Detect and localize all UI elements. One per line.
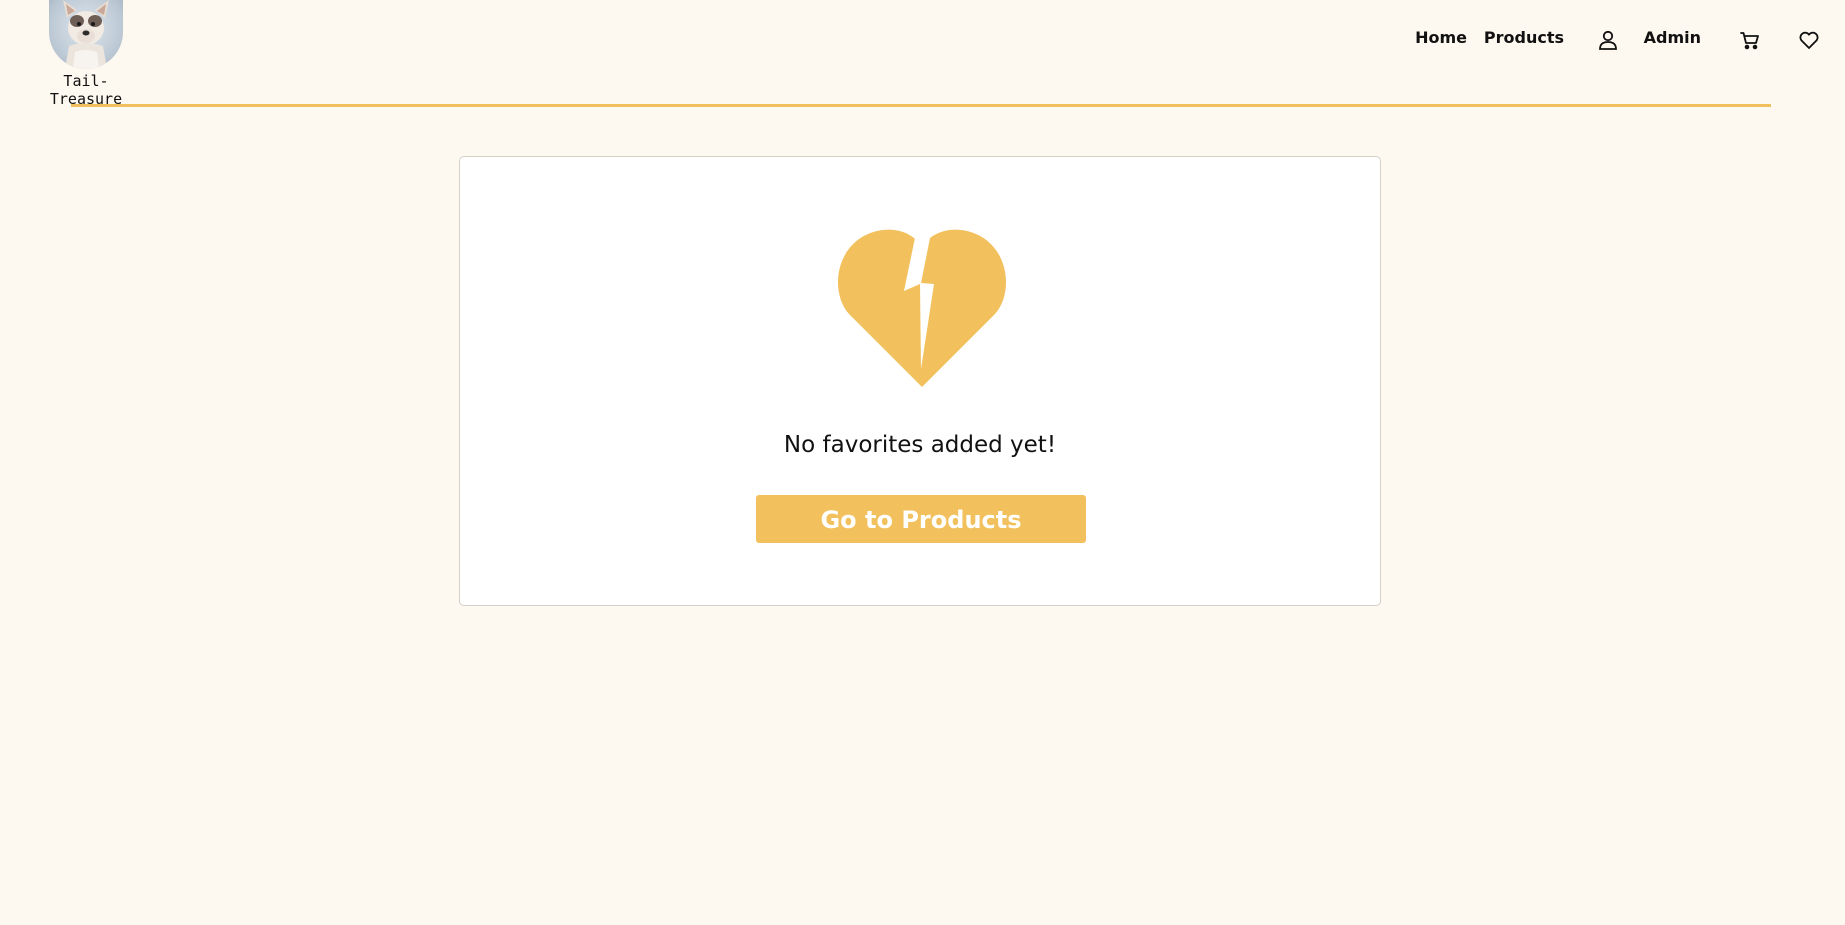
go-to-products-button[interactable]: Go to Products	[756, 495, 1086, 543]
site-header: Tail-Treasure Home Products Admin	[0, 0, 1845, 108]
nav-products-link[interactable]: Products	[1484, 28, 1564, 47]
broken-heart-icon	[835, 229, 1009, 387]
favorites-heart-icon[interactable]	[1797, 28, 1821, 52]
brand[interactable]: Tail-Treasure	[28, 0, 144, 108]
nav-home-link[interactable]: Home	[1415, 28, 1467, 47]
empty-favorites-message: No favorites added yet!	[783, 432, 1057, 458]
header-divider	[71, 104, 1771, 107]
bulldog-avatar-icon	[49, 0, 123, 69]
brand-name: Tail-Treasure	[49, 72, 123, 108]
user-icon[interactable]	[1596, 28, 1620, 52]
cart-icon[interactable]	[1738, 28, 1762, 52]
favorites-empty-card: No favorites added yet! Go to Products	[459, 156, 1381, 606]
nav-admin-link[interactable]: Admin	[1644, 28, 1701, 47]
